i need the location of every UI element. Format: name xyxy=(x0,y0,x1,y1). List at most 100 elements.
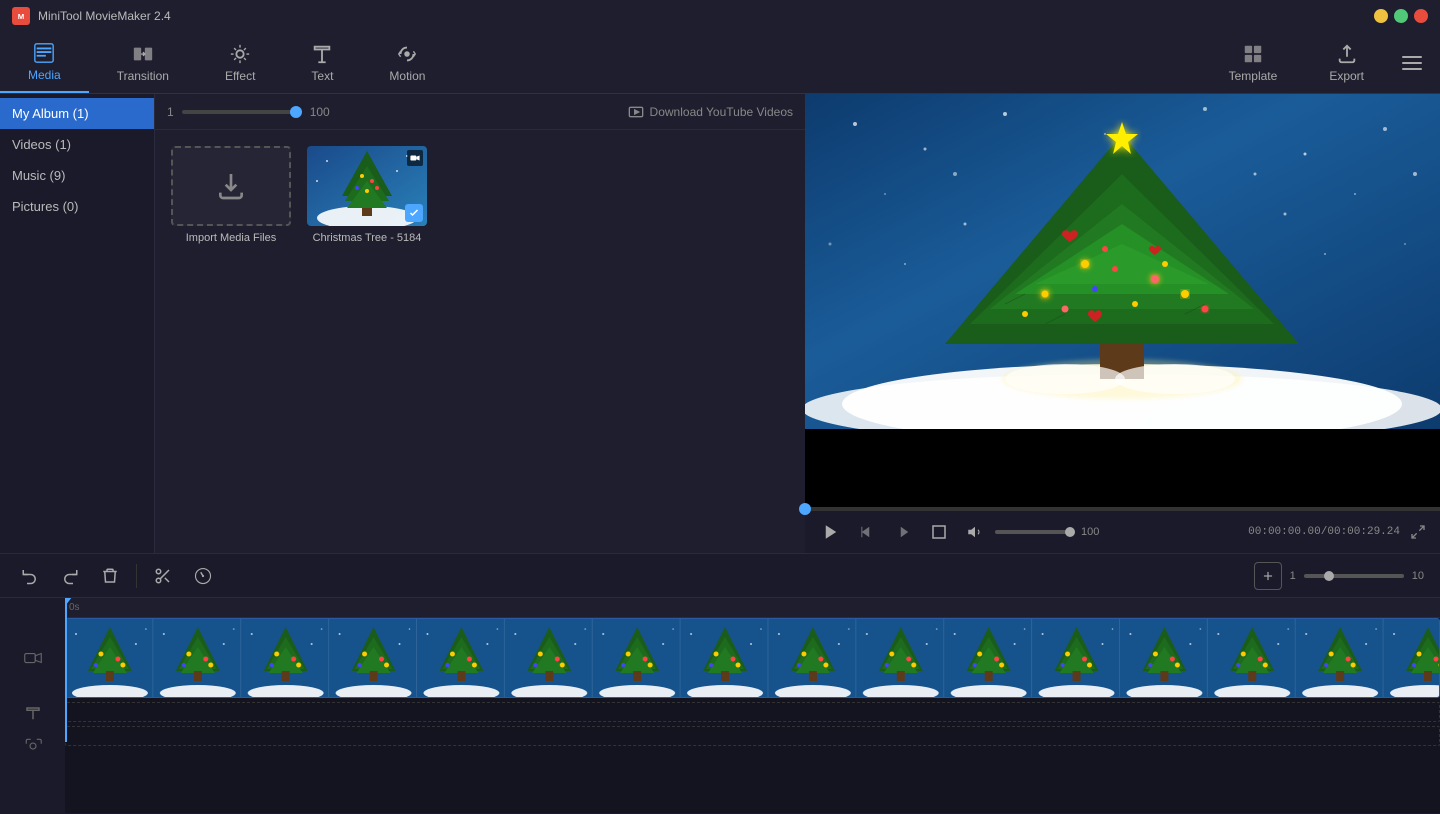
preview-progress-handle[interactable] xyxy=(799,503,811,515)
download-icon xyxy=(215,170,247,202)
time-current: 00:00:00.00 xyxy=(1248,526,1321,538)
export-icon xyxy=(1336,43,1358,65)
motion-icon xyxy=(396,43,418,65)
sidebar-item-videos[interactable]: Videos (1) xyxy=(0,129,154,160)
time-display: 00:00:00.00/00:00:29.24 xyxy=(1248,526,1400,538)
timeline-zoom-max: 10 xyxy=(1412,570,1424,582)
volume-icon xyxy=(966,523,984,541)
import-media-label: Import Media Files xyxy=(186,232,276,244)
transition-icon xyxy=(132,43,154,65)
text-track-icon xyxy=(24,705,42,723)
menu-line-1 xyxy=(1402,56,1422,58)
play-icon xyxy=(822,523,840,541)
preview-controls: 100 00:00:00.00/00:00:29.24 xyxy=(805,511,1440,553)
fullscreen-icon xyxy=(1410,524,1426,540)
toolbar-template[interactable]: Template xyxy=(1209,32,1298,93)
text-label: Text xyxy=(311,69,333,83)
delete-button[interactable] xyxy=(96,562,124,590)
video-type-icon xyxy=(407,150,423,166)
step-back-icon xyxy=(858,523,876,541)
timeline-add-button[interactable] xyxy=(1254,562,1282,590)
redo-button[interactable] xyxy=(56,562,84,590)
youtube-icon xyxy=(628,104,644,120)
step-forward-button[interactable] xyxy=(889,518,917,546)
sidebar-item-my-album[interactable]: My Album (1) xyxy=(0,98,154,129)
toolbar-export[interactable]: Export xyxy=(1309,32,1384,93)
redo-icon xyxy=(61,567,79,585)
toolbar-item-effect[interactable]: Effect xyxy=(197,32,283,93)
undo-icon xyxy=(21,567,39,585)
main-area: My Album (1) Videos (1) Music (9) Pictur… xyxy=(0,94,1440,553)
maximize-button[interactable]: □ xyxy=(1394,9,1408,23)
toolbar-item-motion[interactable]: Motion xyxy=(361,32,453,93)
track-labels xyxy=(0,598,65,814)
menu-button[interactable] xyxy=(1396,47,1428,79)
stop-button[interactable] xyxy=(925,518,953,546)
download-youtube-button[interactable]: Download YouTube Videos xyxy=(628,104,793,120)
title-bar-controls[interactable]: − □ × xyxy=(1374,9,1428,23)
effect-label: Effect xyxy=(225,69,255,83)
camera-icon xyxy=(410,153,420,163)
svg-text:M: M xyxy=(18,12,24,21)
text-track xyxy=(65,702,1440,722)
zoom-slider[interactable] xyxy=(182,110,302,114)
toolbar-item-text[interactable]: Text xyxy=(283,32,361,93)
title-bar: M MiniTool MovieMaker 2.4 − □ × xyxy=(0,0,1440,32)
scissors-button[interactable] xyxy=(149,562,177,590)
speed-icon xyxy=(194,567,212,585)
sidebar: My Album (1) Videos (1) Music (9) Pictur… xyxy=(0,94,155,553)
title-bar-left: M MiniTool MovieMaker 2.4 xyxy=(12,7,171,25)
timeline-zoom-min: 1 xyxy=(1290,570,1296,582)
timeline-toolbar: 1 10 xyxy=(0,554,1440,598)
stop-icon xyxy=(930,523,948,541)
timeline-zoom-slider[interactable] xyxy=(1304,574,1404,578)
app-icon: M xyxy=(12,7,30,25)
speed-button[interactable] xyxy=(189,562,217,590)
plus-icon xyxy=(1261,569,1275,583)
timeline-area: 1 10 xyxy=(0,553,1440,813)
media-icon xyxy=(33,42,55,64)
menu-line-2 xyxy=(1402,62,1422,64)
undo-button[interactable] xyxy=(16,562,44,590)
christmas-tree-item[interactable]: Christmas Tree - 5184 xyxy=(307,146,427,244)
minimize-button[interactable]: − xyxy=(1374,9,1388,23)
scissors-icon xyxy=(154,567,172,585)
media-toolbar: 1 100 Download YouTube Videos xyxy=(155,94,805,130)
close-button[interactable]: × xyxy=(1414,9,1428,23)
media-panel: 1 100 Download YouTube Videos Import Med xyxy=(155,94,805,553)
playhead[interactable] xyxy=(65,598,67,742)
app-title: MiniTool MovieMaker 2.4 xyxy=(38,9,171,23)
video-track-icon xyxy=(24,649,42,667)
volume-slider[interactable] xyxy=(995,530,1075,534)
timeline-content: 0s xyxy=(0,598,1440,814)
sidebar-item-pictures[interactable]: Pictures (0) xyxy=(0,191,154,222)
timeline-zoom-container: 1 10 xyxy=(1254,562,1424,590)
effect-icon xyxy=(229,43,251,65)
import-media-item[interactable]: Import Media Files xyxy=(171,146,291,244)
preview-progress-bar[interactable] xyxy=(805,507,1440,511)
media-check-mark xyxy=(405,204,423,222)
timeline-ruler: 0s xyxy=(65,598,1440,618)
volume-button[interactable] xyxy=(961,518,989,546)
preview-scene xyxy=(805,94,1440,429)
zoom-min-label: 1 xyxy=(167,105,174,119)
fullscreen-button[interactable] xyxy=(1408,522,1428,542)
toolbar-item-media[interactable]: Media xyxy=(0,32,89,93)
toolbar-item-transition[interactable]: Transition xyxy=(89,32,197,93)
volume-container: 100 xyxy=(961,518,1099,546)
import-thumb[interactable] xyxy=(171,146,291,226)
zoom-value-label: 100 xyxy=(310,105,330,119)
template-label: Template xyxy=(1229,69,1278,83)
video-track-frames xyxy=(66,619,1439,698)
track-label-audio xyxy=(0,730,65,762)
volume-value-display: 100 xyxy=(1081,526,1099,538)
track-label-video xyxy=(0,618,65,698)
play-button[interactable] xyxy=(817,518,845,546)
step-back-button[interactable] xyxy=(853,518,881,546)
sidebar-item-music[interactable]: Music (9) xyxy=(0,160,154,191)
step-forward-icon xyxy=(894,523,912,541)
tracks-area: 0s xyxy=(65,598,1440,814)
video-track[interactable] xyxy=(65,618,1440,698)
toolbar: Media Transition Effect Text Motion xyxy=(0,32,1440,94)
christmas-tree-label: Christmas Tree - 5184 xyxy=(313,232,422,244)
